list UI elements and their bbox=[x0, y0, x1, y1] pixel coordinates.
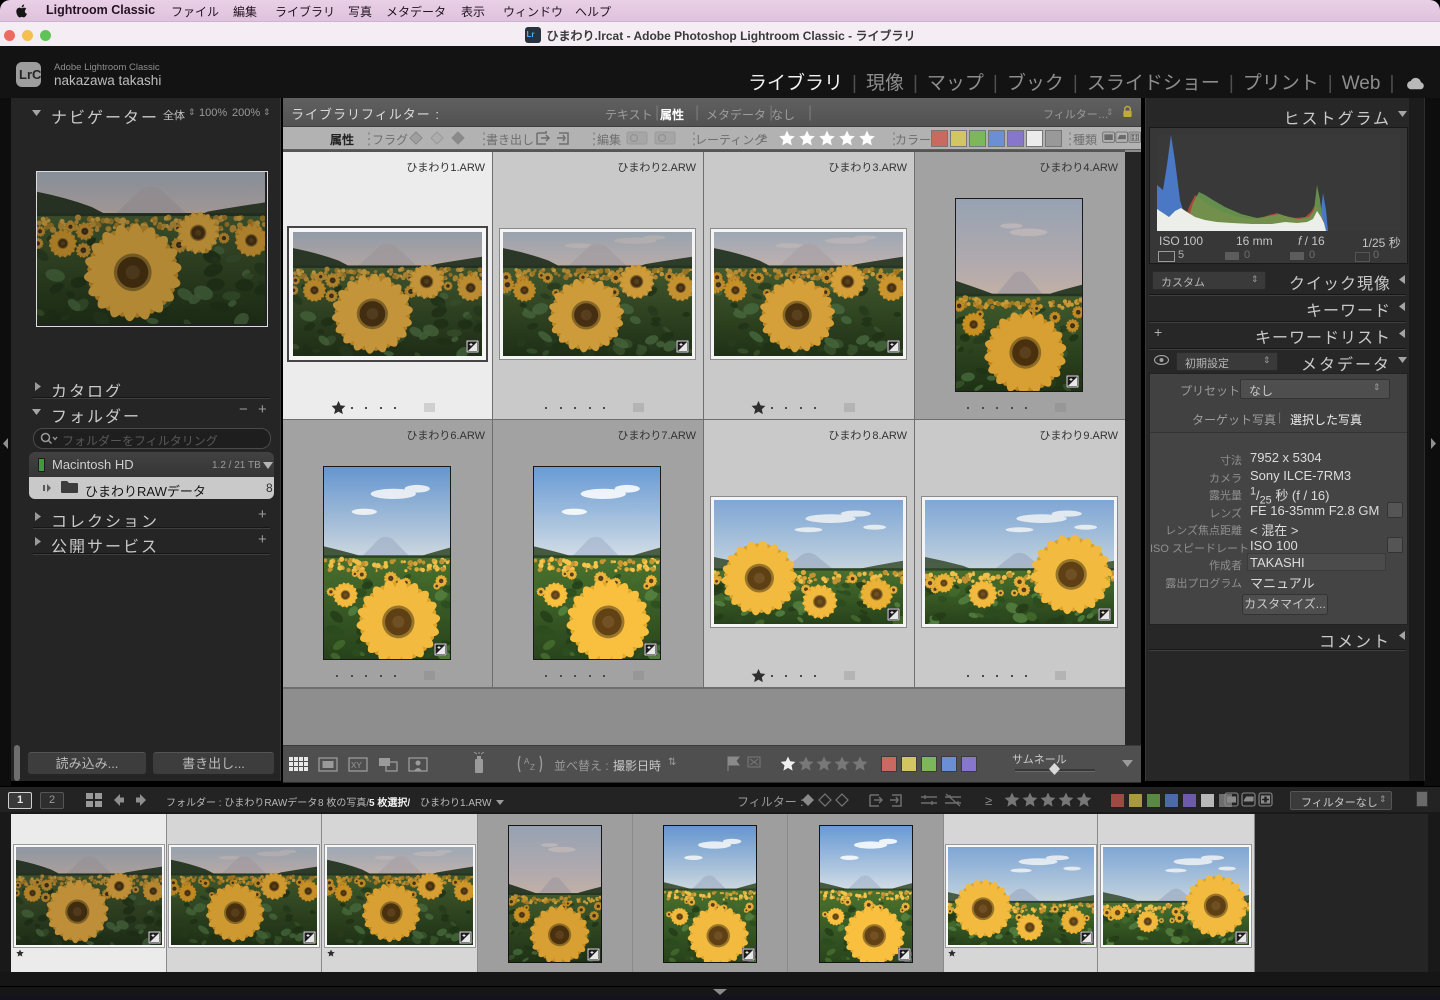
svg-text:Z: Z bbox=[530, 763, 535, 772]
svg-text:XY: XY bbox=[351, 761, 362, 770]
